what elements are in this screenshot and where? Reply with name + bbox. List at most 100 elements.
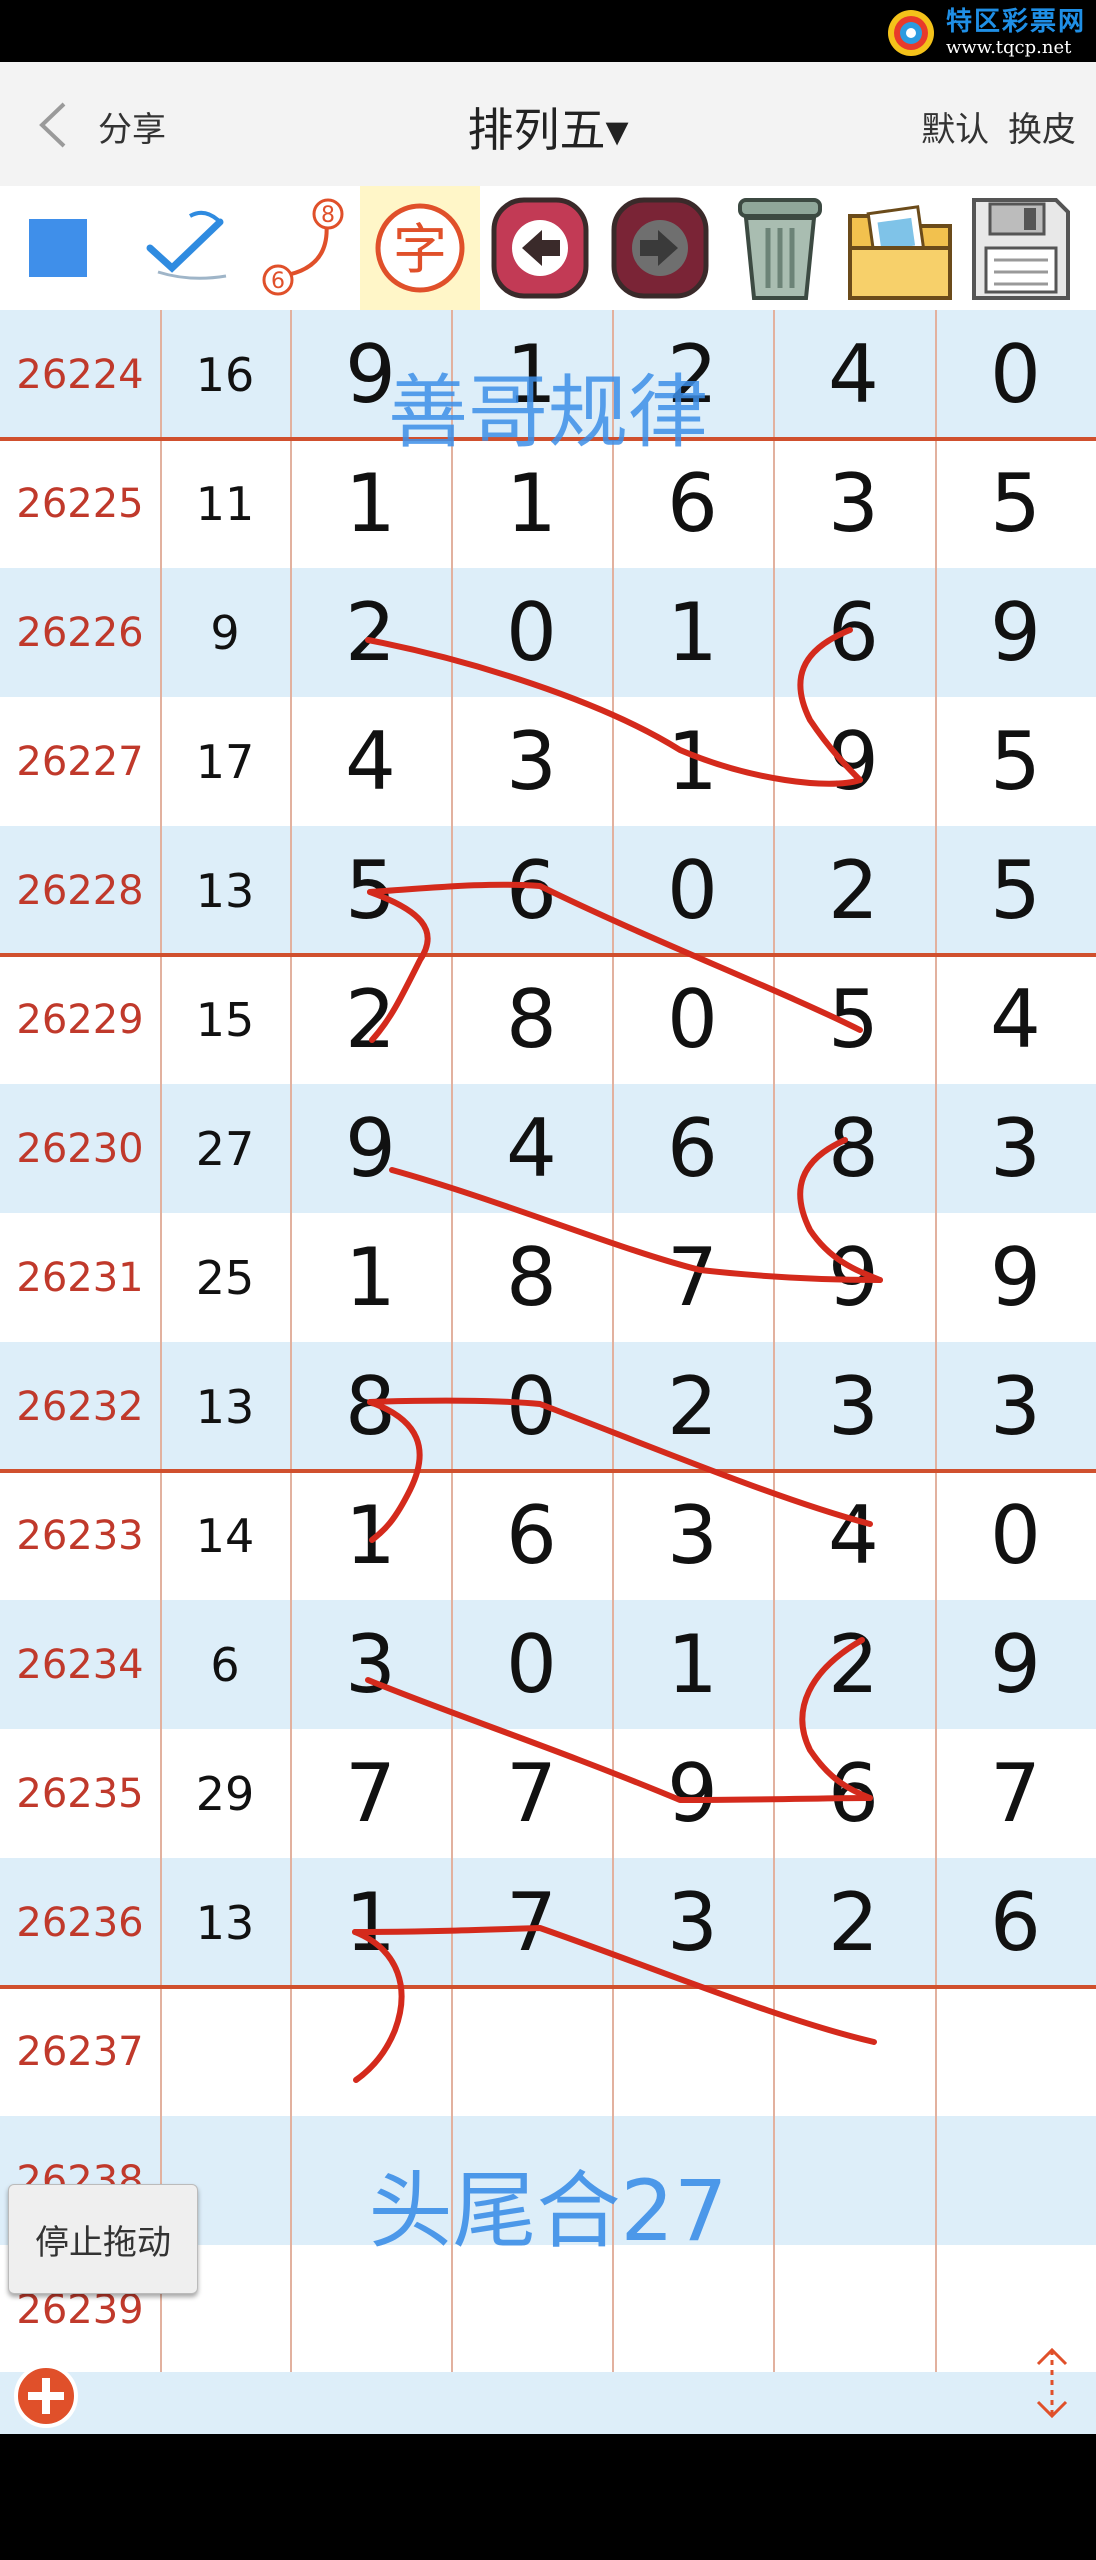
digit-cell-3[interactable]: 3 bbox=[612, 1471, 773, 1600]
arrow-right-icon[interactable] bbox=[600, 186, 720, 310]
draw-grid[interactable]: 26224 16 9 1 2 4 0 26225 11 1 1 6 3 5 26226 9 2 0 1 6 9 26227… bbox=[0, 310, 1096, 2374]
digit-sum: 29 bbox=[195, 1766, 255, 1821]
digit-sum: 13 bbox=[195, 863, 255, 918]
picture-folder-icon[interactable] bbox=[840, 186, 960, 310]
issue-number: 26234 bbox=[16, 1641, 144, 1688]
digit-cell-2[interactable]: 8 bbox=[451, 1213, 612, 1342]
digit-sum: 25 bbox=[195, 1250, 255, 1305]
digit-cell-5[interactable]: 9 bbox=[935, 1600, 1096, 1729]
column-divider bbox=[612, 310, 614, 2372]
digit-cell-5[interactable] bbox=[935, 1987, 1096, 2116]
digit-cell-3[interactable]: 1 bbox=[612, 568, 773, 697]
watermark-url: www.tqcp.net bbox=[945, 37, 1072, 58]
digit-cell-3[interactable]: 1 bbox=[612, 697, 773, 826]
digit-cell-3[interactable]: 1 bbox=[612, 1600, 773, 1729]
watermark-logo-icon bbox=[887, 10, 934, 56]
zi-char-icon[interactable]: 字 bbox=[360, 186, 480, 310]
digit-cell-5[interactable]: 5 bbox=[935, 697, 1096, 826]
table-row: 26231 25 1 8 7 9 9 bbox=[0, 1213, 1096, 1342]
table-row: 26230 27 9 4 6 8 3 bbox=[0, 1084, 1096, 1213]
digit-cell-1[interactable]: 2 bbox=[290, 955, 451, 1084]
digit-cell-1[interactable]: 9 bbox=[290, 1084, 451, 1213]
digit-sum bbox=[160, 1987, 290, 2116]
digit-cell-4[interactable]: 8 bbox=[773, 1084, 934, 1213]
digit-cell-5[interactable]: 0 bbox=[935, 1471, 1096, 1600]
digit-cell-5[interactable]: 9 bbox=[935, 1213, 1096, 1342]
digit-cell-2[interactable]: 0 bbox=[451, 1600, 612, 1729]
digit-cell-1[interactable]: 2 bbox=[290, 568, 451, 697]
digit-cell-1[interactable]: 5 bbox=[290, 826, 451, 955]
digit-cell-1[interactable]: 1 bbox=[290, 1213, 451, 1342]
digit-cell-2[interactable]: 4 bbox=[451, 1084, 612, 1213]
add-row-icon[interactable] bbox=[12, 2362, 80, 2430]
digit-cell-1[interactable]: 8 bbox=[290, 1342, 451, 1471]
digit-cell-4[interactable]: 6 bbox=[773, 568, 934, 697]
digit-cell-3[interactable]: 0 bbox=[612, 955, 773, 1084]
digit-cell-1[interactable]: 1 bbox=[290, 1471, 451, 1600]
digit-cell-5[interactable]: 3 bbox=[935, 1342, 1096, 1471]
issue-number: 26232 bbox=[16, 1383, 144, 1430]
table-row: 26235 29 7 7 9 6 7 bbox=[0, 1729, 1096, 1858]
digit-cell-5[interactable]: 6 bbox=[935, 1858, 1096, 1987]
watermark-name: 特区彩票网 bbox=[945, 7, 1086, 37]
digit-cell-2[interactable]: 6 bbox=[451, 1471, 612, 1600]
digit-cell-2[interactable]: 0 bbox=[451, 568, 612, 697]
digit-cell-1[interactable]: 3 bbox=[290, 1600, 451, 1729]
digit-cell-3[interactable]: 0 bbox=[612, 826, 773, 955]
digit-cell-1[interactable]: 7 bbox=[290, 1729, 451, 1858]
digit-cell-2[interactable]: 6 bbox=[451, 826, 612, 955]
digit-cell-4[interactable]: 2 bbox=[773, 1858, 934, 1987]
column-divider bbox=[773, 310, 775, 2372]
drawing-toolbar: 8 6 字 bbox=[0, 186, 1096, 310]
digit-cell-2[interactable]: 7 bbox=[451, 1858, 612, 1987]
digit-cell-3[interactable]: 2 bbox=[612, 1342, 773, 1471]
digit-cell-5[interactable]: 3 bbox=[935, 1084, 1096, 1213]
digit-cell-1[interactable]: 1 bbox=[290, 1858, 451, 1987]
stop-drag-button[interactable]: 停止拖动 bbox=[8, 2184, 198, 2294]
square-icon[interactable] bbox=[0, 186, 120, 310]
digit-cell-3[interactable] bbox=[612, 1987, 773, 2116]
digit-cell-5[interactable]: 9 bbox=[935, 568, 1096, 697]
save-disk-icon[interactable] bbox=[960, 186, 1080, 310]
issue-number: 26231 bbox=[16, 1254, 144, 1301]
resize-vertical-icon[interactable] bbox=[1030, 2346, 1074, 2420]
default-skin-buttons[interactable]: 默认 换皮 bbox=[921, 102, 1076, 151]
digit-cell-4[interactable]: 4 bbox=[773, 1471, 934, 1600]
digit-cell-3[interactable]: 7 bbox=[612, 1213, 773, 1342]
digit-cell-2[interactable]: 8 bbox=[451, 955, 612, 1084]
digit-cell-2[interactable]: 3 bbox=[451, 697, 612, 826]
watermark: 特区彩票网 www.tqcp.net bbox=[886, 8, 1086, 58]
digit-cell-5[interactable]: 4 bbox=[935, 955, 1096, 1084]
group-separator bbox=[0, 953, 1096, 957]
issue-number: 26236 bbox=[16, 1899, 144, 1946]
digit-cell-1[interactable]: 4 bbox=[290, 697, 451, 826]
digit-cell-4[interactable]: 9 bbox=[773, 1213, 934, 1342]
digit-cell-4[interactable]: 3 bbox=[773, 1342, 934, 1471]
digit-cell-3[interactable]: 9 bbox=[612, 1729, 773, 1858]
digit-cell-4[interactable]: 5 bbox=[773, 955, 934, 1084]
trash-icon[interactable] bbox=[720, 186, 840, 310]
column-divider bbox=[451, 310, 453, 2372]
group-separator bbox=[0, 1469, 1096, 1473]
digit-cell-2[interactable] bbox=[451, 1987, 612, 2116]
digit-cell-2[interactable]: 7 bbox=[451, 1729, 612, 1858]
digit-cell-5[interactable]: 5 bbox=[935, 826, 1096, 955]
digit-cell-3[interactable]: 6 bbox=[612, 1084, 773, 1213]
digit-cell-4[interactable]: 6 bbox=[773, 1729, 934, 1858]
check-pen-icon[interactable] bbox=[120, 186, 240, 310]
issue-number: 26228 bbox=[16, 867, 144, 914]
table-row: 26234 6 3 0 1 2 9 bbox=[0, 1600, 1096, 1729]
digit-cell-4[interactable]: 2 bbox=[773, 826, 934, 955]
curve-6-8-icon[interactable]: 8 6 bbox=[240, 186, 360, 310]
arrow-left-icon[interactable] bbox=[480, 186, 600, 310]
digit-cell-1[interactable] bbox=[290, 1987, 451, 2116]
issue-number: 26237 bbox=[16, 2028, 144, 2075]
issue-number: 26226 bbox=[16, 609, 144, 656]
digit-cell-2[interactable]: 0 bbox=[451, 1342, 612, 1471]
digit-cell-4[interactable]: 9 bbox=[773, 697, 934, 826]
digit-cell-3[interactable]: 3 bbox=[612, 1858, 773, 1987]
status-bar: 特区彩票网 www.tqcp.net bbox=[0, 0, 1096, 62]
digit-cell-4[interactable] bbox=[773, 1987, 934, 2116]
digit-cell-5[interactable]: 7 bbox=[935, 1729, 1096, 1858]
digit-cell-4[interactable]: 2 bbox=[773, 1600, 934, 1729]
